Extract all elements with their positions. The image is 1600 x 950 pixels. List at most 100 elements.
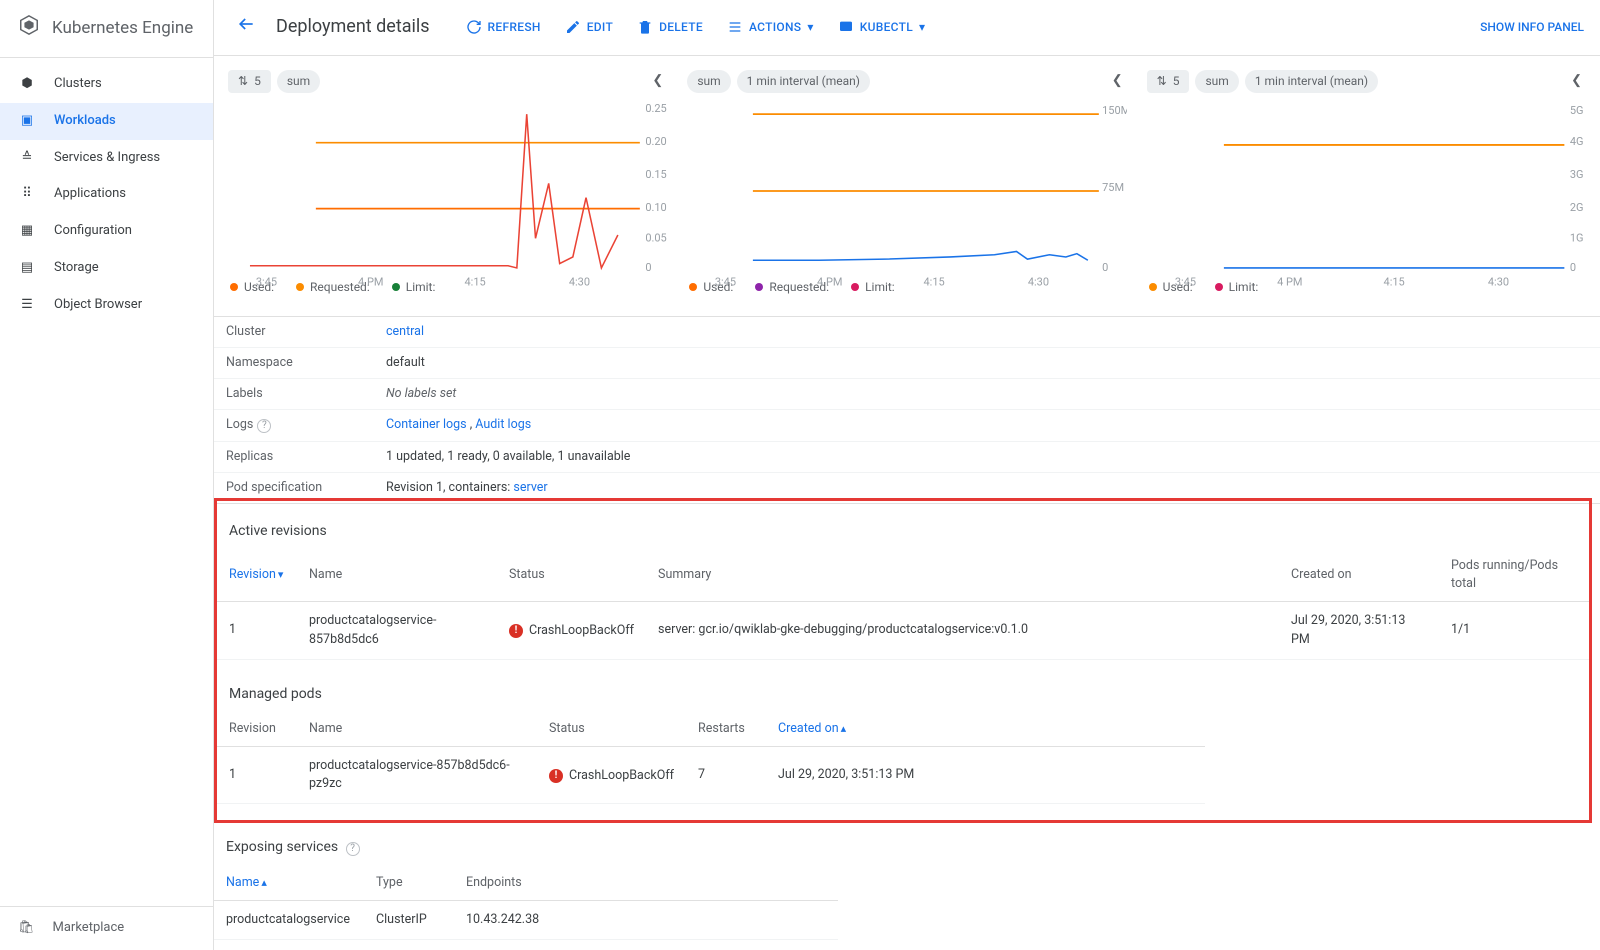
col-summary[interactable]: Summary [646,549,1279,602]
col-restarts[interactable]: Restarts [686,712,766,747]
col-endpoints[interactable]: Endpoints [454,866,838,901]
chart-prev-button[interactable]: ❮ [1567,68,1586,95]
edit-button[interactable]: EDIT [557,13,621,42]
sidebar-item-configuration[interactable]: ▦ Configuration [0,213,213,250]
managed-pods-section: Managed pods Revision Name Status Restar… [217,670,1589,815]
services-icon: ≙ [18,149,36,168]
actions-button[interactable]: ACTIONS ▾ [719,13,822,42]
meta-key: Cluster [226,323,386,341]
toolbar: Deployment details REFRESH EDIT DELETE A… [214,0,1600,56]
chart-interval-chip[interactable]: 1 min interval (mean) [1245,70,1378,93]
col-name[interactable]: Name [297,549,497,602]
sidebar-item-workloads[interactable]: ▣ Workloads [0,103,213,140]
sidebar-item-clusters[interactable]: ⬢Clusters [0,66,213,103]
svg-text:4 PM: 4 PM [817,275,842,287]
svg-text:0: 0 [1102,261,1108,274]
meta-key: Logs? [226,416,386,434]
browser-icon: ☰ [18,296,36,315]
svg-text:4:15: 4:15 [924,275,945,287]
cell-pods: 1/1 [1439,602,1589,659]
cell-endpoints: 10.43.242.38 [454,900,838,939]
sidebar-item-storage[interactable]: ▤Storage [0,250,213,287]
filter-count: 5 [1173,73,1180,90]
col-type[interactable]: Type [364,866,454,901]
svg-text:4:15: 4:15 [1383,275,1404,287]
refresh-button[interactable]: REFRESH [458,13,549,42]
refresh-label: REFRESH [488,19,541,36]
chart-interval-chip[interactable]: 1 min interval (mean) [737,70,870,93]
podspec-container-link[interactable]: server [513,480,547,495]
meta-row-replicas: Replicas1 updated, 1 ready, 0 available,… [214,442,1600,473]
cell-created: Jul 29, 2020, 3:51:13 PM [1279,602,1439,659]
col-status[interactable]: Status [497,549,646,602]
container-logs-link[interactable]: Container logs [386,417,467,432]
col-created[interactable]: Created on [1279,549,1439,602]
chart-agg-chip[interactable]: sum [277,70,320,93]
exposing-services-section: Exposing services ? Name▴ Type Endpoints… [214,823,1600,950]
cell-status: !CrashLoopBackOff [537,747,686,804]
svg-text:0.05: 0.05 [645,231,666,244]
col-name[interactable]: Name▴ [214,866,364,901]
audit-logs-link[interactable]: Audit logs [475,417,531,432]
workloads-icon: ▣ [18,112,36,131]
chart-memory: sum 1 min interval (mean) ❮ 150M75M0 3:4… [679,64,1134,308]
col-created[interactable]: Created on▴ [766,712,1205,747]
svg-text:4G: 4G [1570,135,1584,148]
col-pods[interactable]: Pods running/Pods total [1439,549,1589,602]
cell-revision: 1 [217,602,297,659]
marketplace-link[interactable]: 🛍 Marketplace [0,906,213,950]
sidebar-item-object-browser[interactable]: ☰Object Browser [0,287,213,324]
chart-disk: ⇅5 sum 1 min interval (mean) ❮ 5G4G3G2G1… [1139,64,1594,308]
show-info-panel-button[interactable]: SHOW INFO PANEL [1480,19,1584,36]
meta-value: default [386,354,425,372]
chart-prev-button[interactable]: ❮ [648,68,667,95]
chart-plot: 5G4G3G2G1G0 3:454 PM4:154:30 [1147,101,1586,271]
sidebar: Kubernetes Engine ⬢Clusters ▣Workloads ≙… [0,0,214,950]
marketplace-icon: 🛍 [18,919,35,938]
chart-controls: ⇅5 sum 1 min interval (mean) ❮ [1147,68,1586,95]
col-revision[interactable]: Revision▾ [217,549,297,602]
config-icon: ▦ [18,222,36,241]
col-revision[interactable]: Revision [217,712,297,747]
filter-icon: ⇅ [1157,73,1167,90]
chart-agg-chip[interactable]: sum [1195,70,1238,93]
svg-text:2G: 2G [1570,201,1584,214]
svg-text:150M: 150M [1102,104,1126,117]
sidebar-item-label: Workloads [54,112,116,131]
svg-text:75M: 75M [1102,181,1124,194]
svg-text:0: 0 [1570,261,1576,274]
sidebar-item-services[interactable]: ≙Services & Ingress [0,140,213,177]
svg-text:3:45: 3:45 [1175,275,1196,287]
chart-cpu: ⇅5 sum ❮ 0.250.200.150.100.050 [220,64,675,308]
chart-agg-chip[interactable]: sum [687,70,730,93]
col-name[interactable]: Name [297,712,537,747]
sidebar-item-label: Configuration [54,222,132,241]
chevron-down-icon: ▾ [807,19,813,36]
col-status[interactable]: Status [537,712,686,747]
delete-button[interactable]: DELETE [629,13,711,42]
table-row[interactable]: 1 productcatalogservice-857b8d5dc6 !Cras… [217,602,1589,659]
chart-filter-chip[interactable]: ⇅5 [228,70,271,93]
back-button[interactable] [230,10,262,45]
page-title: Deployment details [276,14,430,40]
cell-revision: 1 [217,747,297,804]
chevron-down-icon: ▾ [919,19,925,36]
annotation-highlight: Active revisions Revision▾ Name Status S… [214,498,1592,823]
section-title: Exposing services ? [214,833,1600,865]
chart-prev-button[interactable]: ❮ [1108,68,1127,95]
sort-asc-icon: ▴ [261,876,267,889]
svg-text:4:30: 4:30 [1488,275,1509,287]
kubectl-button[interactable]: KUBECTL ▾ [830,13,934,42]
svg-text:1G: 1G [1570,231,1584,244]
svg-text:0.25: 0.25 [645,102,666,115]
help-icon[interactable]: ? [346,842,360,856]
table-row[interactable]: productcatalogservice ClusterIP 10.43.24… [214,900,838,939]
meta-cluster-link[interactable]: central [386,324,424,339]
chart-filter-chip[interactable]: ⇅5 [1147,70,1190,93]
table-row[interactable]: 1 productcatalogservice-857b8d5dc6-pz9zc… [217,747,1205,804]
sidebar-item-applications[interactable]: ⠿Applications [0,176,213,213]
sidebar-nav: ⬢Clusters ▣ Workloads ≙Services & Ingress… [0,58,213,906]
sort-desc-icon: ▾ [278,568,284,581]
help-icon[interactable]: ? [257,419,271,433]
apps-icon: ⠿ [18,185,36,204]
